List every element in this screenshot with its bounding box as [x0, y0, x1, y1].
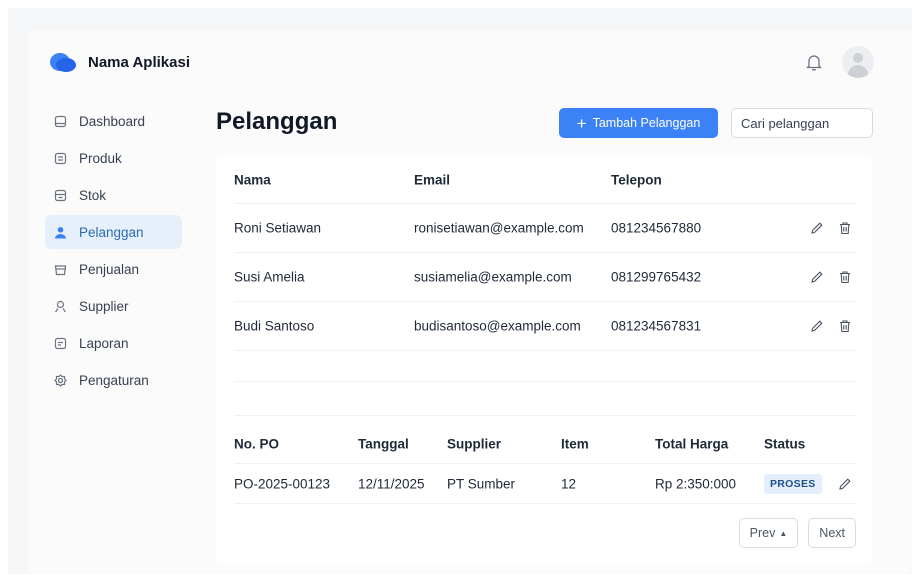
customer-name: Roni Setiawan [234, 220, 322, 236]
search-input[interactable] [731, 108, 873, 138]
sidebar-item-pengaturan[interactable]: Pengaturan [45, 363, 182, 397]
customer-name: Budi Santoso [234, 318, 315, 334]
cart-icon [54, 264, 67, 275]
customer-email: budisantoso@example.com [414, 318, 581, 334]
column-header-item: Item [561, 436, 589, 451]
sidebar-item-label: Dashboard [79, 113, 146, 129]
sidebar-item-label: Laporan [79, 335, 129, 351]
customer-email: susiamelia@example.com [414, 269, 572, 285]
next-label: Next [819, 526, 845, 540]
trash-icon[interactable] [838, 319, 852, 333]
customer-phone: 081234567880 [611, 220, 702, 236]
sidebar-item-label: Stok [79, 187, 107, 203]
plus-icon: + [576, 113, 587, 133]
sidebar-item-label: Pelanggan [79, 224, 144, 240]
sidebar-item-label: Supplier [79, 298, 129, 314]
po-item-count: 12 [561, 476, 577, 491]
sidebar-item-produk[interactable]: Produk [45, 141, 182, 175]
column-header-phone: Telepon [611, 172, 662, 187]
sidebar-item-laporan[interactable]: Laporan [45, 326, 182, 360]
inventory-icon [54, 189, 67, 201]
sidebar-item-label: Produk [79, 150, 122, 166]
divider [234, 381, 856, 382]
column-header-name: Nama [234, 172, 271, 187]
edit-icon[interactable] [810, 221, 824, 235]
sidebar-item-label: Penjualan [79, 261, 140, 277]
edit-icon[interactable] [838, 477, 852, 491]
table-row: Roni Setiawan ronisetiawan@example.com 0… [234, 204, 856, 253]
app-name: Nama Aplikasi [88, 53, 190, 71]
row-actions [810, 270, 852, 284]
avatar[interactable] [842, 46, 874, 78]
sidebar: Dashboard Produk Stok Pelanggan Penjuala… [45, 104, 182, 400]
report-icon [54, 337, 67, 349]
next-button[interactable]: Next [808, 518, 856, 548]
dashboard-icon [54, 115, 67, 127]
sidebar-item-stok[interactable]: Stok [45, 178, 182, 212]
sidebar-item-dashboard[interactable]: Dashboard [45, 104, 182, 138]
box-icon [54, 152, 67, 164]
prev-label: Prev [749, 526, 776, 540]
customer-email: ronisetiawan@example.com [414, 220, 584, 236]
sidebar-item-pelanggan[interactable]: Pelanggan [45, 215, 182, 249]
column-header-status: Status [764, 436, 806, 451]
edit-icon[interactable] [810, 319, 824, 333]
pagination: Prev ▲ Next [738, 518, 856, 548]
supplier-icon [55, 300, 66, 312]
prev-button[interactable]: Prev ▲ [738, 518, 799, 548]
customer-name: Susi Amelia [234, 269, 305, 285]
caret-up-icon: ▲ [779, 528, 788, 538]
column-header-date: Tanggal [358, 436, 409, 451]
table-row: Susi Amelia susiamelia@example.com 08129… [234, 253, 856, 302]
app-window: Nama Aplikasi Dashboard Produk Stok Pela… [28, 30, 912, 574]
sidebar-item-penjualan[interactable]: Penjualan [45, 252, 182, 286]
table-header: No. PO Tanggal Supplier Item Total Harga… [234, 424, 856, 464]
po-total: Rp 2:350:000 [655, 476, 737, 491]
header-actions [806, 46, 874, 78]
customer-table: Nama Email Telepon Roni Setiawan roniset… [234, 156, 856, 351]
status-badge: PROSES [764, 473, 822, 494]
customer-phone: 081299765432 [611, 269, 702, 285]
gear-icon [54, 373, 67, 387]
trash-icon[interactable] [838, 270, 852, 284]
customer-phone: 081234567831 [611, 318, 702, 334]
divider [234, 415, 856, 416]
column-header-supplier: Supplier [447, 436, 502, 451]
add-customer-button[interactable]: + Tambah Pelanggan [559, 108, 718, 138]
purchase-order-table: No. PO Tanggal Supplier Item Total Harga… [234, 424, 856, 504]
app-logo-icon [50, 52, 76, 72]
bell-icon[interactable] [806, 53, 822, 71]
row-actions [810, 319, 852, 333]
po-number: PO-2025-00123 [234, 476, 331, 491]
sidebar-item-supplier[interactable]: Supplier [45, 289, 182, 323]
person-icon [55, 226, 66, 238]
content-card: Nama Email Telepon Roni Setiawan roniset… [216, 156, 872, 564]
column-header-email: Email [414, 172, 451, 187]
column-header-total: Total Harga [655, 436, 729, 451]
edit-icon[interactable] [810, 270, 824, 284]
add-customer-label: Tambah Pelanggan [592, 116, 701, 130]
page-title: Pelanggan [216, 108, 338, 135]
table-row: PO-2025-00123 12/11/2025 PT Sumber 12 Rp… [234, 464, 856, 504]
row-actions [810, 221, 852, 235]
table-header: Nama Email Telepon [234, 156, 856, 204]
sidebar-item-label: Pengaturan [79, 372, 149, 388]
po-supplier: PT Sumber [447, 476, 516, 491]
brand[interactable]: Nama Aplikasi [50, 52, 190, 72]
trash-icon[interactable] [838, 221, 852, 235]
po-date: 12/11/2025 [358, 476, 425, 491]
column-header-po-number: No. PO [234, 436, 280, 451]
table-row: Budi Santoso budisantoso@example.com 081… [234, 302, 856, 351]
